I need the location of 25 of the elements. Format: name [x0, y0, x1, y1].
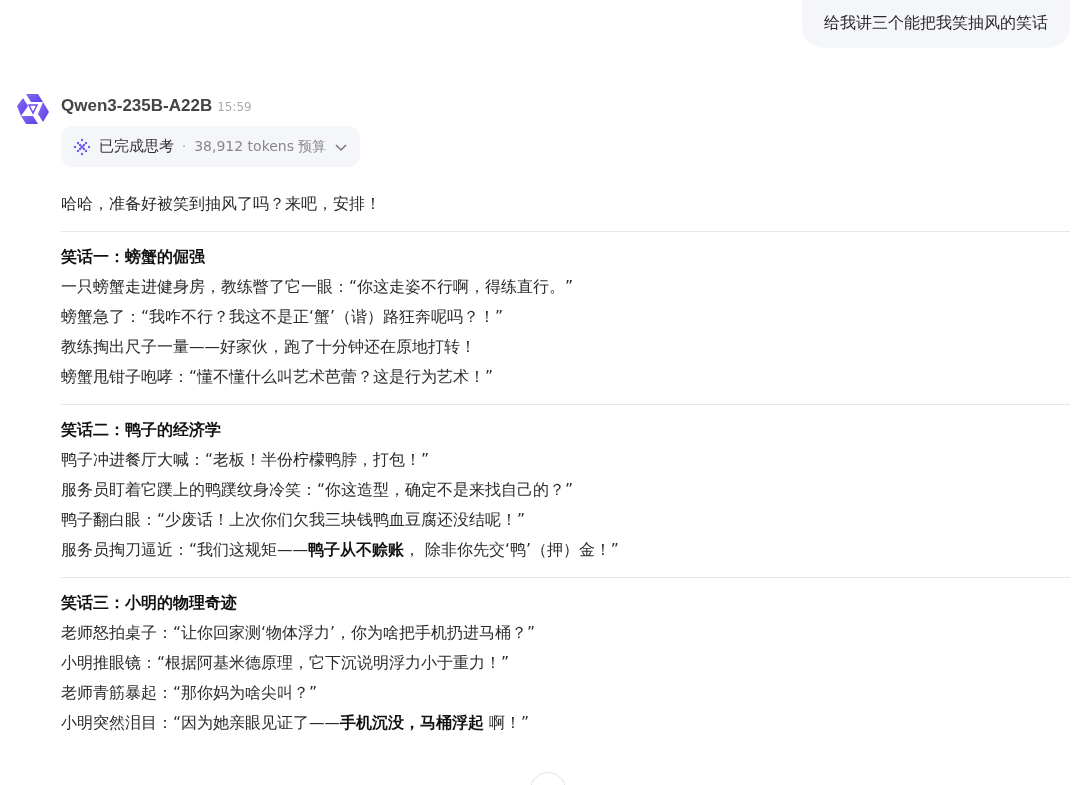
joke-line: 老师怒拍桌子：“让你回家测‘物体浮力’，你为啥把手机扔进马桶？”: [61, 623, 536, 644]
message-time: 15:59: [217, 100, 252, 114]
joke-line: 小明突然泪目：“因为她亲眼见证了——手机沉没，马桶浮起 啊！”: [61, 713, 530, 734]
joke-line: 螃蟹甩钳子咆哮：“懂不懂什么叫艺术芭蕾？这是行为艺术！”: [61, 367, 495, 388]
joke-line: 鸭子翻白眼：“少废话！上次你们欠我三块钱鸭血豆腐还没结呢！”: [61, 510, 527, 531]
logo-icon: [16, 92, 50, 126]
joke-title: 笑话三：小明的物理奇迹: [61, 593, 238, 614]
joke-line: 服务员掏刀逼近：“我们这规矩——鸭子从不赊账， 除非你先交‘鸭’（押）金！”: [61, 540, 620, 561]
intro-text: 哈哈，准备好被笑到抽风了吗？来吧，安排！: [61, 194, 382, 215]
joke-line: 螃蟹急了：“我咋不行？我这不是正‘蟹’（谐）路狂奔呢吗？！”: [61, 307, 504, 328]
joke-title: 笑话二：鸭子的经济学: [61, 420, 222, 441]
joke-line: 一只螃蟹走进健身房，教练瞥了它一眼：“你这走姿不行啊，得练直行。”: [61, 277, 575, 298]
joke-title: 笑话一：螃蟹的倔强: [61, 247, 206, 268]
model-name: Qwen3-235B-A22B: [61, 96, 213, 116]
sparkle-icon: [73, 137, 91, 156]
joke-line: 老师青筋暴起：“那你妈为啥尖叫？”: [61, 683, 319, 704]
token-budget: 38,912 tokens 预算: [194, 137, 327, 156]
joke-line: 鸭子冲进餐厅大喊：“老板！半份柠檬鸭脖，打包！”: [61, 450, 431, 471]
separator-dot: ·: [182, 139, 187, 154]
joke-line: 教练掏出尺子一量——好家伙，跑了十分钟还在原地打转！: [61, 337, 477, 358]
thinking-label: 已完成思考: [99, 137, 174, 156]
user-message: 给我讲三个能把我笑抽风的笑话: [802, 0, 1070, 48]
joke-line: 服务员盯着它蹼上的鸭蹼纹身冷笑：“你这造型，确定不是来找自己的？”: [61, 480, 575, 501]
joke-line: 小明推眼镜：“根据阿基米德原理，它下沉说明浮力小于重力！”: [61, 653, 511, 674]
thinking-toggle[interactable]: 已完成思考 · 38,912 tokens 预算: [61, 126, 361, 167]
